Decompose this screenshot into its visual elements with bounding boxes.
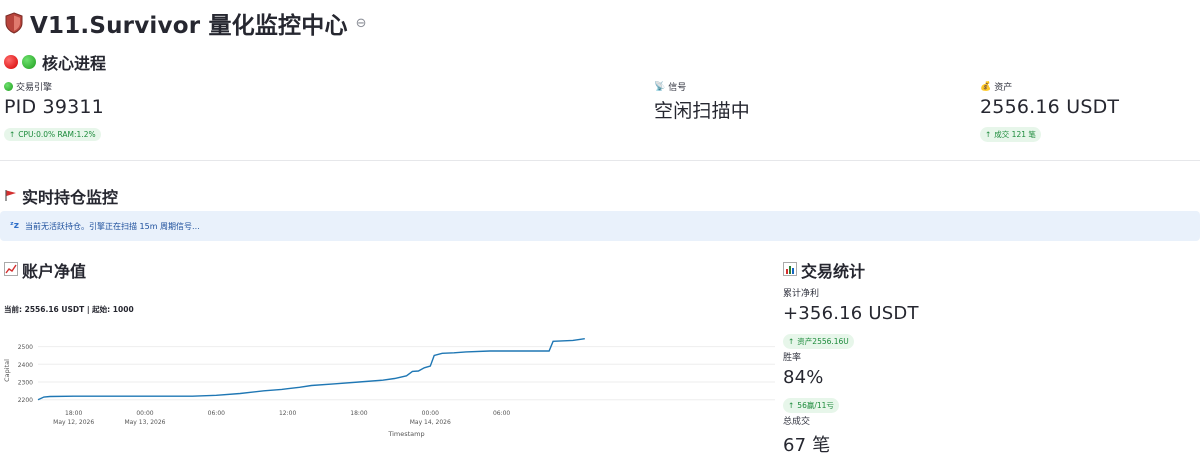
y-axis-label: Capital bbox=[3, 359, 11, 382]
divider bbox=[0, 160, 1200, 161]
signal-value: 空闲扫描中 bbox=[654, 100, 751, 122]
x-tick-label: 18:00 bbox=[350, 410, 367, 417]
win-rate-delta: ↑ 56赢/11亏 bbox=[783, 398, 839, 413]
stats-header-text: 交易统计 bbox=[801, 262, 866, 281]
core-header: 核心进程 bbox=[4, 50, 106, 74]
assets-label: 资产 bbox=[994, 83, 1013, 93]
total-trades-label: 总成交 bbox=[783, 417, 811, 427]
win-rate-value: 84% bbox=[783, 367, 824, 388]
y-tick-label: 2500 bbox=[18, 344, 33, 351]
net-profit-value: +356.16 USDT bbox=[783, 303, 919, 324]
equity-chart: 2200 2300 2400 2500 18:00 May 12, 2026 00:00 Ma… bbox=[0, 326, 780, 462]
x-tick-sublabel: May 13, 2026 bbox=[124, 419, 165, 426]
x-tick-sublabel: May 14, 2026 bbox=[410, 419, 451, 426]
satellite-icon: 📡 bbox=[654, 81, 666, 92]
win-rate-metric: 胜率 84% ↑ 56赢/11亏 bbox=[783, 350, 839, 413]
no-positions-text: 当前无活跃持仓。引擎正在扫描 15m 周期信号... bbox=[25, 221, 200, 231]
x-axis-label: Timestamp bbox=[387, 430, 424, 438]
equity-line bbox=[37, 338, 585, 401]
assets-delta: ↑ 成交 121 笔 bbox=[980, 127, 1041, 142]
engine-delta-text: CPU:0.0% RAM:1.2% bbox=[18, 130, 96, 139]
engine-delta: ↑ CPU:0.0% RAM:1.2% bbox=[4, 128, 101, 141]
total-trades-metric: 总成交 67 笔 bbox=[783, 414, 830, 457]
arrow-up-icon: ↑ bbox=[985, 130, 992, 139]
win-rate-label: 胜率 bbox=[783, 353, 802, 363]
x-tick-label: 00:00 bbox=[422, 410, 439, 417]
page-title: V11.Survivor 量化监控中心 bbox=[30, 13, 348, 39]
arrow-up-icon: ↑ bbox=[788, 401, 795, 410]
equity-subtitle: 当前: 2556.16 USDT | 起始: 1000 bbox=[4, 305, 134, 314]
assets-label-row: 💰 资产 bbox=[980, 80, 1119, 94]
net-profit-delta: ↑ 资产2556.16U bbox=[783, 334, 854, 349]
link-icon[interactable]: ⊖ bbox=[356, 16, 367, 31]
sleep-icon: ᶻz bbox=[10, 221, 19, 231]
equity-chart-svg: 2200 2300 2400 2500 18:00 May 12, 2026 00:00 Ma… bbox=[3, 338, 775, 438]
positions-header-text: 实时持仓监控 bbox=[22, 188, 119, 207]
engine-value: PID 39311 bbox=[4, 96, 104, 118]
page-title-row: V11.Survivor 量化监控中心 ⊖ bbox=[4, 6, 367, 40]
y-tick-label: 2300 bbox=[18, 380, 33, 387]
net-profit-label: 累计净利 bbox=[783, 289, 820, 299]
signal-label-row: 📡 信号 bbox=[654, 80, 750, 94]
no-positions-info: ᶻz 当前无活跃持仓。引擎正在扫描 15m 周期信号... bbox=[0, 211, 1200, 241]
chart-increasing-icon bbox=[4, 261, 18, 280]
x-tick-label: 06:00 bbox=[208, 410, 225, 417]
assets-delta-text: 成交 121 笔 bbox=[994, 130, 1036, 139]
net-profit-metric: 累计净利 +356.16 USDT ↑ 资产2556.16U bbox=[783, 286, 919, 349]
net-profit-delta-text: 资产2556.16U bbox=[797, 337, 849, 346]
arrow-up-icon: ↑ bbox=[9, 130, 16, 139]
red-circle-icon bbox=[4, 55, 18, 69]
x-tick-label: 18:00 bbox=[65, 410, 82, 417]
signal-label: 信号 bbox=[668, 83, 687, 93]
equity-header-text: 账户净值 bbox=[22, 262, 87, 281]
arrow-up-icon: ↑ bbox=[788, 337, 795, 346]
flag-icon bbox=[4, 187, 18, 206]
total-trades-value: 67 笔 bbox=[783, 435, 831, 456]
money-bag-icon: 💰 bbox=[980, 81, 992, 92]
y-tick-label: 2400 bbox=[18, 362, 33, 369]
x-tick-sublabel: May 12, 2026 bbox=[53, 419, 94, 426]
signal-metric: 📡 信号 空闲扫描中 bbox=[654, 80, 750, 123]
assets-metric: 💰 资产 2556.16 USDT ↑ 成交 121 笔 bbox=[980, 80, 1119, 142]
green-circle-icon bbox=[4, 82, 13, 91]
engine-label-row: 交易引擎 bbox=[4, 80, 104, 93]
equity-header: 账户净值 bbox=[4, 258, 86, 282]
engine-metric: 交易引擎 PID 39311 ↑ CPU:0.0% RAM:1.2% bbox=[4, 80, 104, 141]
positions-header: 实时持仓监控 bbox=[4, 184, 118, 208]
x-tick-label: 00:00 bbox=[136, 410, 153, 417]
assets-value: 2556.16 USDT bbox=[980, 96, 1120, 118]
bar-chart-icon bbox=[783, 261, 797, 280]
stats-header: 交易统计 bbox=[783, 258, 865, 282]
engine-label: 交易引擎 bbox=[16, 83, 53, 93]
x-tick-label: 06:00 bbox=[493, 410, 510, 417]
core-header-text: 核心进程 bbox=[42, 54, 107, 73]
x-tick-label: 12:00 bbox=[279, 410, 296, 417]
shield-icon bbox=[4, 12, 24, 34]
win-rate-delta-text: 56赢/11亏 bbox=[797, 401, 834, 410]
y-tick-label: 2200 bbox=[18, 397, 33, 404]
green-circle-icon bbox=[22, 55, 36, 69]
